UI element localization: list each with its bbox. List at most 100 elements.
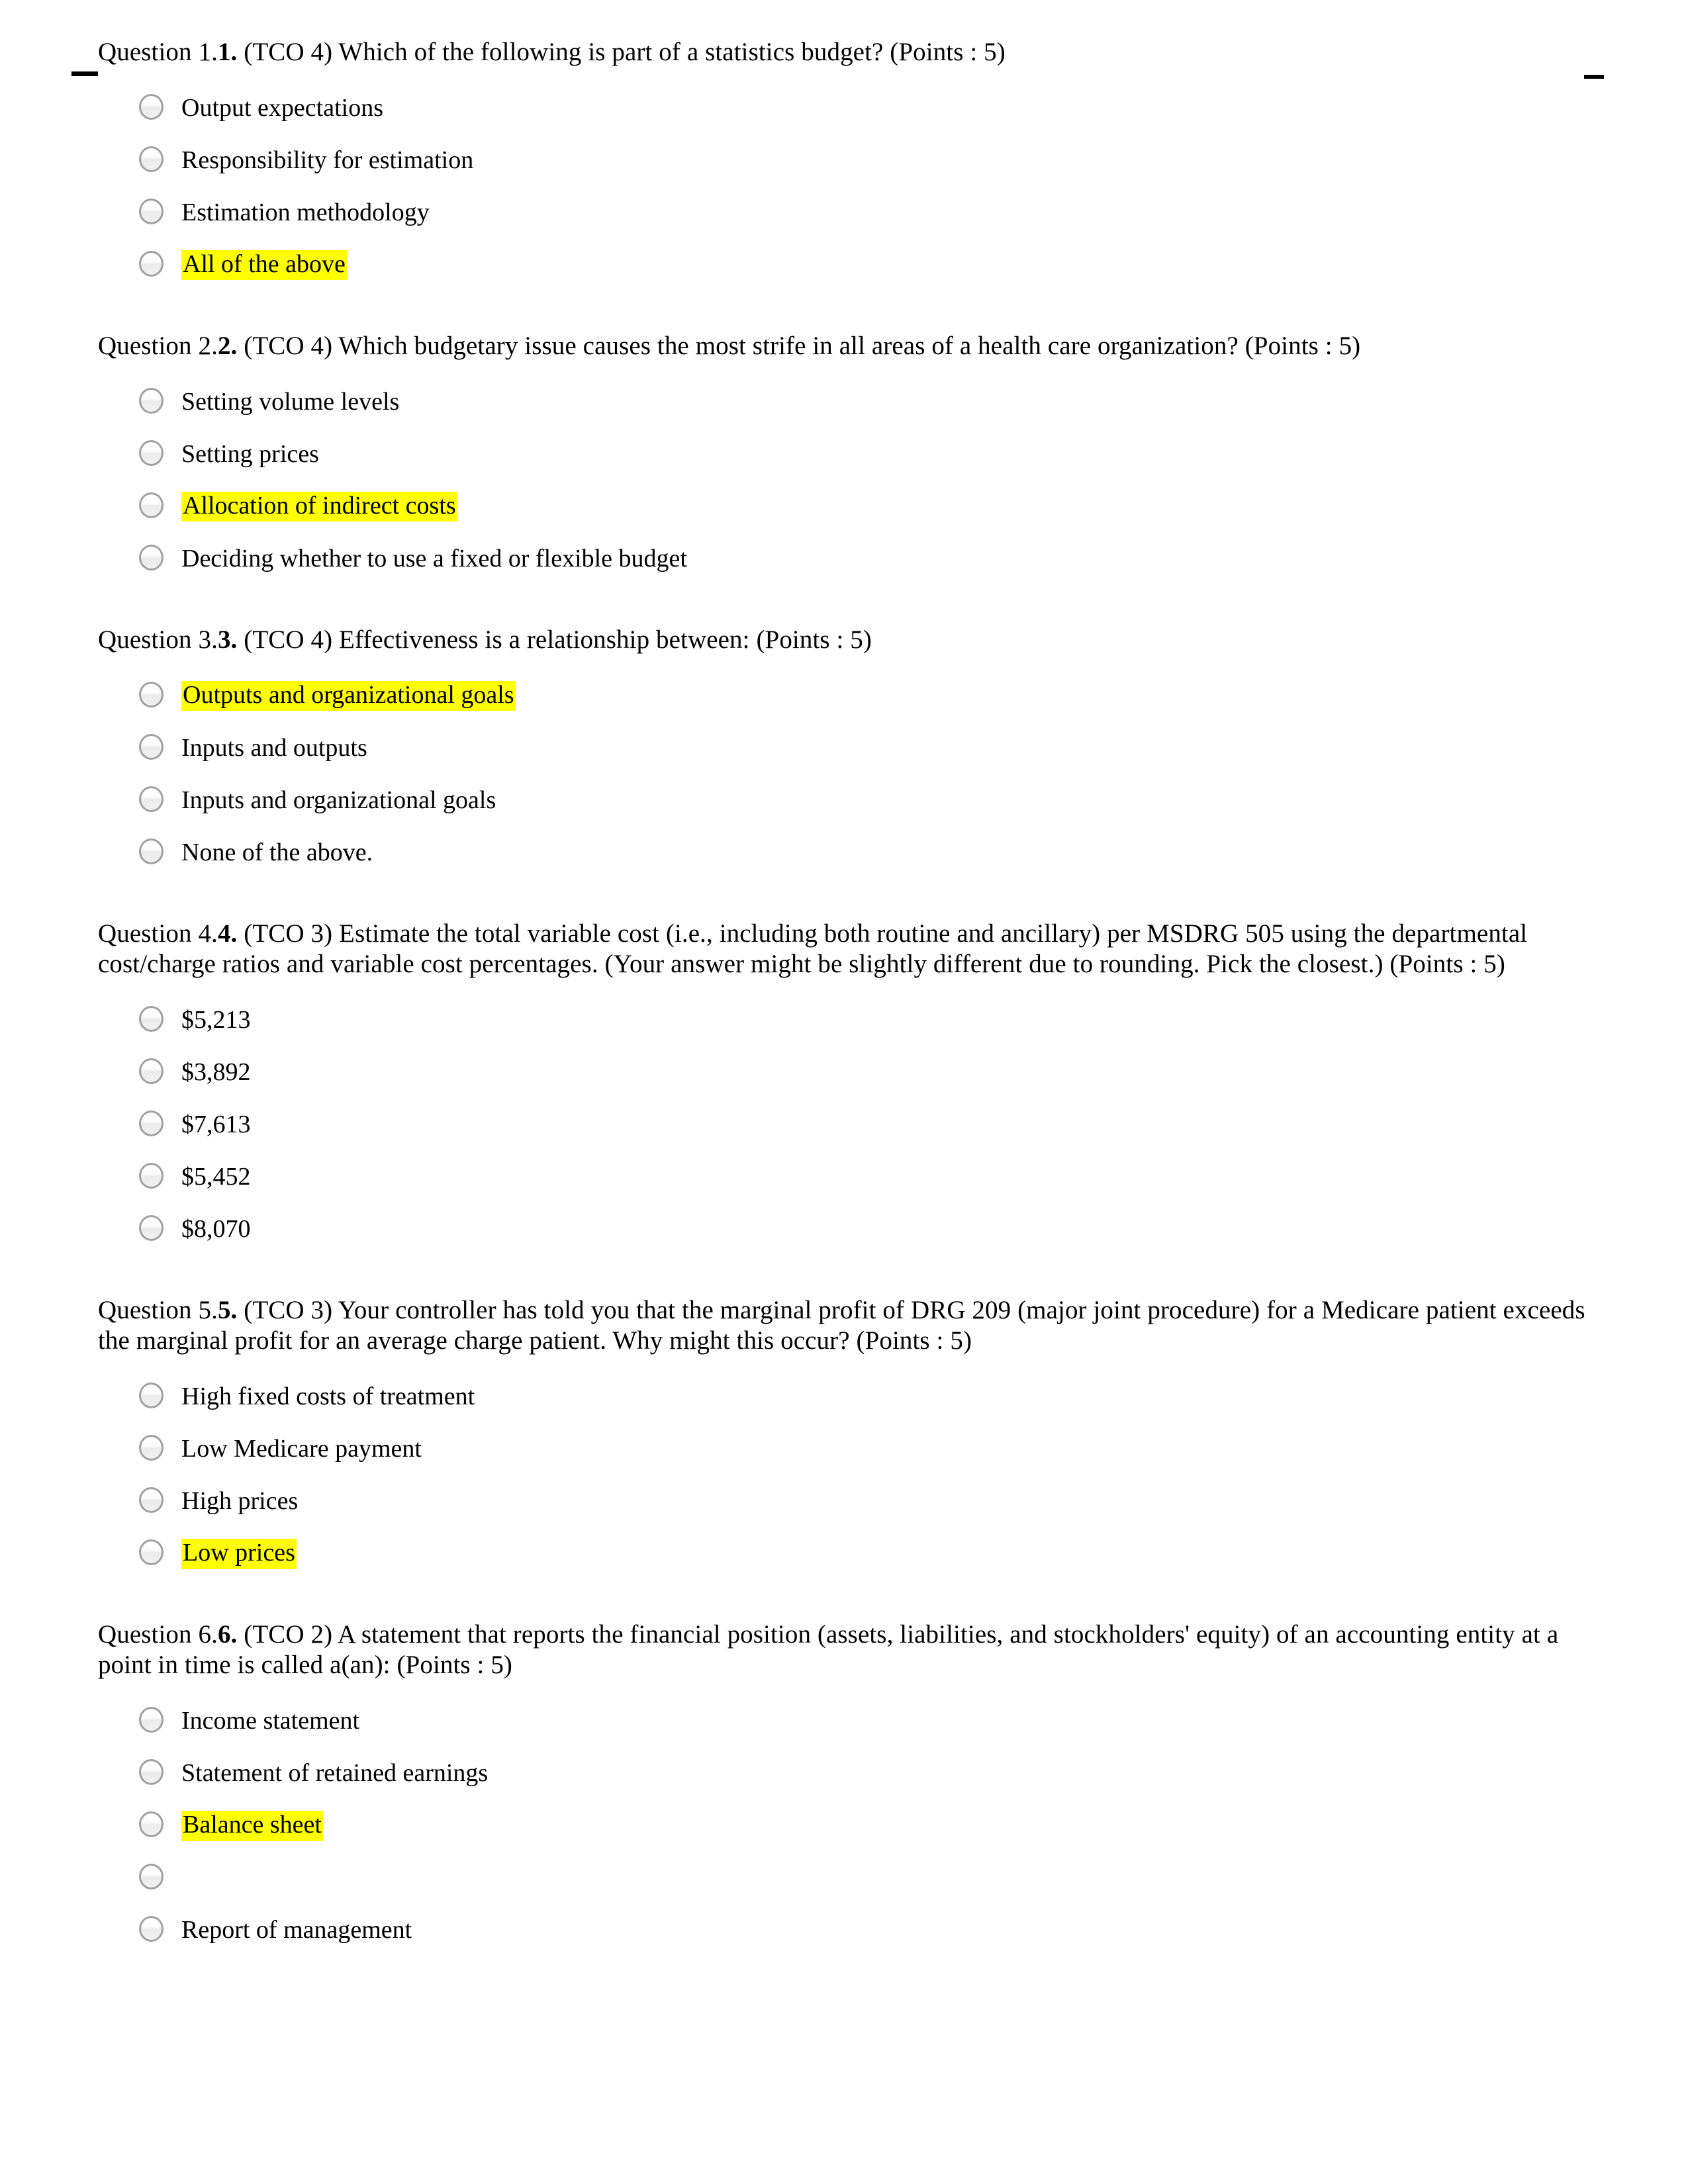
question-block: Question 6.6. (TCO 2) A statement that r…: [98, 1619, 1614, 1956]
option-row[interactable]: Report of management: [98, 1904, 1614, 1956]
radio-button-icon[interactable]: [139, 94, 164, 120]
question-body-text: (TCO 4) Effectiveness is a relationship …: [237, 625, 872, 655]
radio-button-icon[interactable]: [139, 388, 164, 414]
radio-button-icon[interactable]: [139, 1864, 164, 1890]
question-body-text: (TCO 2) A statement that reports the fin…: [98, 1620, 1559, 1680]
question-label: Question 5.: [98, 1296, 218, 1325]
option-row[interactable]: Statement of retained earnings: [98, 1747, 1614, 1799]
question-number: 1.: [217, 38, 238, 66]
question-block: Question 1.1. (TCO 4) Which of the follo…: [98, 37, 1614, 331]
radio-button-icon[interactable]: [139, 1916, 164, 1942]
option-row[interactable]: None of the above.: [98, 827, 1614, 879]
option-list: High fixed costs of treatment Low Medicar…: [98, 1371, 1614, 1580]
option-label: Estimation methodology: [181, 198, 430, 226]
question-prompt: Question 5.5. (TCO 3) Your controller ha…: [98, 1295, 1614, 1356]
option-label: Outputs and organizational goals: [181, 680, 516, 711]
question-body-text: (TCO 3) Your controller has told you tha…: [98, 1296, 1585, 1355]
option-row[interactable]: Setting prices: [98, 428, 1614, 480]
radio-button-icon[interactable]: [139, 251, 164, 277]
question-label: Question 1.: [98, 38, 218, 66]
option-label: Setting volume levels: [181, 387, 400, 416]
option-row[interactable]: All of the above: [98, 239, 1614, 291]
question-number: 2.: [217, 332, 238, 361]
question-label: Question 6.: [98, 1620, 218, 1649]
radio-button-icon[interactable]: [139, 1435, 164, 1461]
question-body-text: (TCO 3) Estimate the total variable cost…: [98, 919, 1528, 979]
radio-button-icon[interactable]: [139, 839, 164, 865]
option-list: Output expectations Responsibility for es…: [98, 82, 1614, 291]
question-number: 4.: [217, 919, 238, 948]
question-block: Question 5.5. (TCO 3) Your controller ha…: [98, 1295, 1614, 1619]
option-list: Setting volume levels Setting prices Alloc…: [98, 376, 1614, 585]
option-row[interactable]: Deciding whether to use a fixed or flexi…: [98, 533, 1614, 585]
scan-artifact-dash-left: [71, 71, 98, 76]
option-label: High fixed costs of treatment: [181, 1382, 475, 1410]
radio-button-icon[interactable]: [139, 440, 164, 467]
radio-button-icon[interactable]: [139, 1058, 164, 1085]
option-label: Allocation of indirect costs: [181, 491, 457, 522]
option-label: Income statement: [181, 1706, 360, 1735]
option-row[interactable]: Low Medicare payment: [98, 1423, 1614, 1475]
radio-button-icon[interactable]: [139, 492, 164, 519]
option-row[interactable]: $8,070: [98, 1203, 1614, 1255]
option-row[interactable]: Low prices: [98, 1527, 1614, 1580]
radio-button-icon[interactable]: [139, 1006, 164, 1032]
radio-button-icon[interactable]: [139, 545, 164, 571]
option-label: None of the above.: [181, 838, 373, 866]
option-row[interactable]: [98, 1852, 1614, 1904]
option-label: $7,613: [181, 1110, 251, 1138]
radio-button-icon[interactable]: [139, 1759, 164, 1786]
option-row[interactable]: Inputs and organizational goals: [98, 774, 1614, 827]
option-row[interactable]: High prices: [98, 1475, 1614, 1527]
radio-button-icon[interactable]: [139, 1539, 164, 1566]
radio-button-icon[interactable]: [139, 199, 164, 225]
radio-button-icon[interactable]: [139, 146, 164, 173]
quiz-content: Question 1.1. (TCO 4) Which of the follo…: [98, 37, 1614, 1956]
option-row[interactable]: $3,892: [98, 1046, 1614, 1099]
option-label: Deciding whether to use a fixed or flexi…: [181, 544, 687, 572]
option-row[interactable]: Allocation of indirect costs: [98, 480, 1614, 533]
radio-button-icon[interactable]: [139, 1707, 164, 1733]
option-label: Output expectations: [181, 93, 383, 122]
radio-button-icon[interactable]: [139, 1487, 164, 1514]
radio-button-icon[interactable]: [139, 1215, 164, 1242]
option-label: Responsibility for estimation: [181, 146, 474, 174]
radio-button-icon[interactable]: [139, 682, 164, 708]
option-row[interactable]: Income statement: [98, 1695, 1614, 1747]
option-list: Outputs and organizational goals Inputs a…: [98, 670, 1614, 879]
option-row[interactable]: Outputs and organizational goals: [98, 670, 1614, 722]
radio-button-icon[interactable]: [139, 1383, 164, 1409]
question-prompt: Question 3.3. (TCO 4) Effectiveness is a…: [98, 625, 1614, 655]
question-block: Question 4.4. (TCO 3) Estimate the total…: [98, 919, 1614, 1295]
question-label: Question 2.: [98, 332, 218, 361]
option-label: All of the above: [181, 250, 347, 281]
question-number: 5.: [217, 1296, 238, 1325]
option-row[interactable]: $5,452: [98, 1151, 1614, 1203]
radio-button-icon[interactable]: [139, 1163, 164, 1189]
option-row[interactable]: Responsibility for estimation: [98, 134, 1614, 187]
radio-button-icon[interactable]: [139, 734, 164, 760]
option-row[interactable]: $7,613: [98, 1099, 1614, 1151]
radio-button-icon[interactable]: [139, 786, 164, 813]
radio-button-icon[interactable]: [139, 1811, 164, 1838]
option-row[interactable]: High fixed costs of treatment: [98, 1371, 1614, 1423]
option-label: Low prices: [181, 1538, 297, 1569]
option-row[interactable]: Balance sheet: [98, 1799, 1614, 1852]
option-row[interactable]: Setting volume levels: [98, 376, 1614, 428]
question-block: Question 2.2. (TCO 4) Which budgetary is…: [98, 331, 1614, 625]
radio-button-icon[interactable]: [139, 1111, 164, 1137]
question-label: Question 4.: [98, 919, 218, 948]
option-row[interactable]: Estimation methodology: [98, 187, 1614, 239]
option-row[interactable]: Inputs and outputs: [98, 722, 1614, 774]
option-row[interactable]: Output expectations: [98, 82, 1614, 134]
option-row[interactable]: $5,213: [98, 994, 1614, 1046]
option-label: $5,213: [181, 1005, 251, 1034]
question-number: 3.: [217, 625, 238, 655]
